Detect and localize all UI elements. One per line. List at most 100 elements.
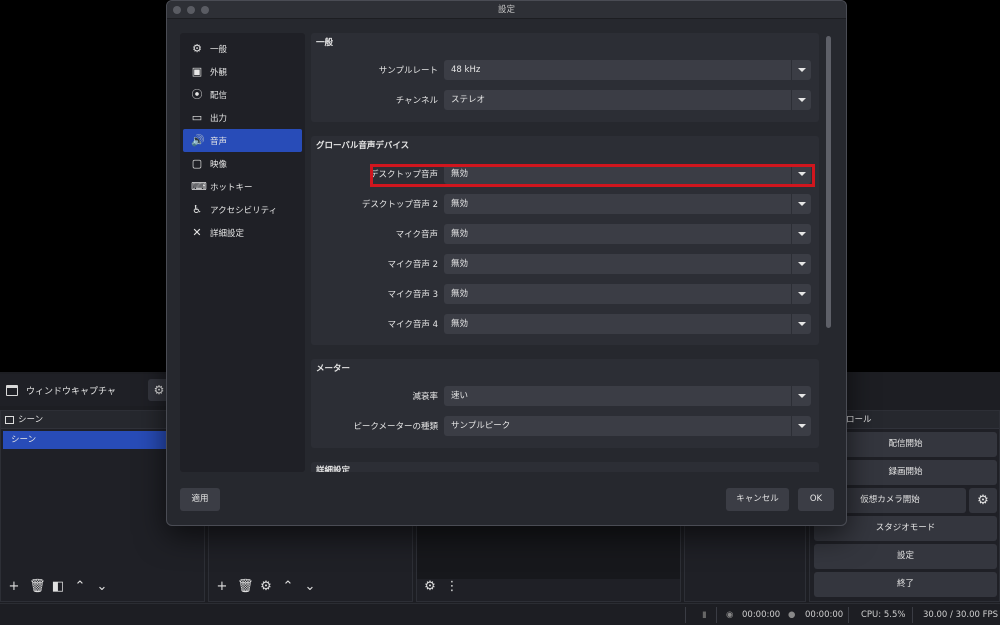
highlight-box bbox=[370, 164, 815, 187]
channels-row: チャンネル ステレオ bbox=[311, 90, 819, 110]
settings-scrollbar[interactable] bbox=[825, 34, 833, 471]
scrollbar-thumb[interactable] bbox=[826, 36, 831, 328]
move-down-icon[interactable]: ⌄ bbox=[95, 580, 109, 594]
audio-device-label: マイク音声 4 bbox=[387, 320, 438, 330]
audio-device-row: マイク音声 無効 bbox=[311, 224, 819, 244]
sample-rate-select[interactable]: 48 kHz bbox=[444, 60, 811, 80]
filter-scene-icon[interactable]: ◧ bbox=[51, 580, 65, 594]
nav-item-8[interactable]: ✕ 詳細設定 bbox=[183, 221, 302, 244]
nav-item-4[interactable]: 🔊 音声 bbox=[183, 129, 302, 152]
sample-rate-row: サンプルレート 48 kHz bbox=[311, 60, 819, 80]
virtual-camera-settings-icon[interactable]: ⚙ bbox=[969, 488, 997, 513]
peak-meter-label: ピークメーターの種類 bbox=[353, 422, 438, 432]
ok-button[interactable]: OK bbox=[798, 488, 834, 511]
meters-title: メーター bbox=[316, 364, 351, 374]
nav-item-7[interactable]: ♿ アクセシビリティ bbox=[183, 198, 302, 221]
apply-button[interactable]: 適用 bbox=[180, 488, 220, 511]
settings-dialog: 設定 ⚙ 一般 ▣ 外観 ⦿ 配信 ▭ 出力 🔊 音声 ▢ 映像 ⌨ ホットキー ♿ アクセシビリティ ✕ 詳細設… bbox=[166, 0, 847, 526]
nav-item-1[interactable]: ▣ 外観 bbox=[183, 60, 302, 83]
move-up-icon[interactable]: ⌃ bbox=[73, 580, 87, 594]
stream-time: 00:00:00 bbox=[742, 610, 781, 620]
audio-device-select[interactable]: 無効 bbox=[444, 254, 811, 274]
decay-label: 減衰率 bbox=[412, 392, 438, 402]
global-audio-title: グローバル音声デバイス bbox=[316, 141, 410, 151]
scenes-icon bbox=[5, 415, 14, 424]
nav-item-0[interactable]: ⚙ 一般 bbox=[183, 37, 302, 60]
audio-device-row: マイク音声 4 無効 bbox=[311, 314, 819, 334]
gear-icon: ⚙ bbox=[192, 41, 202, 55]
keyboard-icon: ⌨ bbox=[191, 179, 207, 193]
channels-value: ステレオ bbox=[451, 95, 486, 105]
nav-item-label: 詳細設定 bbox=[210, 228, 245, 239]
move-down-icon[interactable]: ⌄ bbox=[303, 580, 317, 594]
add-scene-icon[interactable]: + bbox=[7, 580, 21, 594]
audio-device-label: デスクトップ音声 2 bbox=[361, 200, 438, 210]
tools-icon: ✕ bbox=[192, 225, 202, 239]
settings-content: 一般 サンプルレート 48 kHz チャンネル ステレオ グローバル音声デバイス… bbox=[311, 33, 822, 472]
mixer-toolbar: ⚙ ⋮ bbox=[417, 573, 680, 601]
more-options-icon[interactable]: ⋮ bbox=[445, 580, 459, 594]
peak-meter-select[interactable]: サンプルピーク bbox=[444, 416, 811, 436]
peak-meter-value: サンプルピーク bbox=[451, 421, 511, 431]
output-icon: ▭ bbox=[191, 110, 203, 124]
stream-status-icon: ◉ bbox=[726, 610, 734, 620]
audio-device-label: マイク音声 2 bbox=[387, 260, 438, 270]
settings-nav: ⚙ 一般 ▣ 外観 ⦿ 配信 ▭ 出力 🔊 音声 ▢ 映像 ⌨ ホットキー ♿ アクセシビリティ ✕ 詳細設定 bbox=[180, 33, 305, 472]
chevron-down-icon bbox=[791, 224, 811, 244]
nav-item-label: 音声 bbox=[210, 136, 228, 147]
remove-source-icon[interactable]: 🗑 bbox=[237, 580, 254, 594]
scenes-toolbar: + 🗑 ◧ ⌃ ⌄ bbox=[1, 573, 204, 601]
decay-value: 速い bbox=[451, 391, 469, 401]
speaker-icon: 🔊 bbox=[191, 133, 205, 147]
nav-item-3[interactable]: ▭ 出力 bbox=[183, 106, 302, 129]
nav-item-label: アクセシビリティ bbox=[210, 205, 278, 216]
chevron-down-icon bbox=[791, 194, 811, 214]
audio-device-value: 無効 bbox=[451, 199, 469, 209]
audio-device-select[interactable]: 無効 bbox=[444, 224, 811, 244]
broadcast-icon: ⦿ bbox=[191, 87, 203, 101]
chevron-down-icon bbox=[791, 90, 811, 110]
nav-item-label: 一般 bbox=[210, 44, 228, 55]
sample-rate-label: サンプルレート bbox=[378, 66, 438, 76]
channels-select[interactable]: ステレオ bbox=[444, 90, 811, 110]
source-settings-icon[interactable]: ⚙ bbox=[259, 580, 273, 594]
window-capture-icon bbox=[6, 384, 18, 396]
nav-item-6[interactable]: ⌨ ホットキー bbox=[183, 175, 302, 198]
move-up-icon[interactable]: ⌃ bbox=[281, 580, 295, 594]
remove-scene-icon[interactable]: 🗑 bbox=[29, 580, 46, 594]
mixer-settings-icon[interactable]: ⚙ bbox=[423, 580, 437, 594]
chevron-down-icon bbox=[791, 284, 811, 304]
chevron-down-icon bbox=[791, 254, 811, 274]
status-bar: ▮ ◉ 00:00:00 ● 00:00:00 CPU: 5.5% 30.00 … bbox=[0, 603, 1000, 625]
record-status-icon: ● bbox=[788, 610, 796, 620]
settings-button[interactable]: 設定 bbox=[814, 544, 997, 569]
cancel-button[interactable]: キャンセル bbox=[726, 488, 789, 511]
fps-readout: 30.00 / 30.00 FPS bbox=[923, 610, 999, 620]
decay-select[interactable]: 速い bbox=[444, 386, 811, 406]
status-divider bbox=[912, 607, 913, 623]
exit-button[interactable]: 終了 bbox=[814, 572, 997, 597]
nav-item-label: ホットキー bbox=[210, 182, 253, 193]
nav-item-label: 配信 bbox=[210, 90, 228, 101]
advanced-title: 詳細設定 bbox=[316, 466, 351, 472]
nav-item-2[interactable]: ⦿ 配信 bbox=[183, 83, 302, 106]
audio-device-row: マイク音声 3 無効 bbox=[311, 284, 819, 304]
close-window-button[interactable] bbox=[173, 6, 181, 14]
sources-toolbar: + 🗑 ⚙ ⌃ ⌄ bbox=[209, 573, 412, 601]
peak-meter-row: ピークメーターの種類 サンプルピーク bbox=[311, 416, 819, 436]
audio-device-select[interactable]: 無効 bbox=[444, 284, 811, 304]
appearance-icon: ▣ bbox=[191, 64, 203, 78]
audio-device-label: マイク音声 3 bbox=[387, 290, 438, 300]
nav-item-label: 映像 bbox=[210, 159, 228, 170]
channels-label: チャンネル bbox=[395, 96, 438, 106]
sample-rate-value: 48 kHz bbox=[451, 65, 481, 75]
chevron-down-icon bbox=[791, 386, 811, 406]
accessibility-icon: ♿ bbox=[192, 202, 202, 216]
add-source-icon[interactable]: + bbox=[215, 580, 229, 594]
audio-device-select[interactable]: 無効 bbox=[444, 314, 811, 334]
zoom-window-button[interactable] bbox=[201, 6, 209, 14]
audio-device-value: 無効 bbox=[451, 259, 469, 269]
audio-device-select[interactable]: 無効 bbox=[444, 194, 811, 214]
minimize-window-button[interactable] bbox=[187, 6, 195, 14]
nav-item-5[interactable]: ▢ 映像 bbox=[183, 152, 302, 175]
